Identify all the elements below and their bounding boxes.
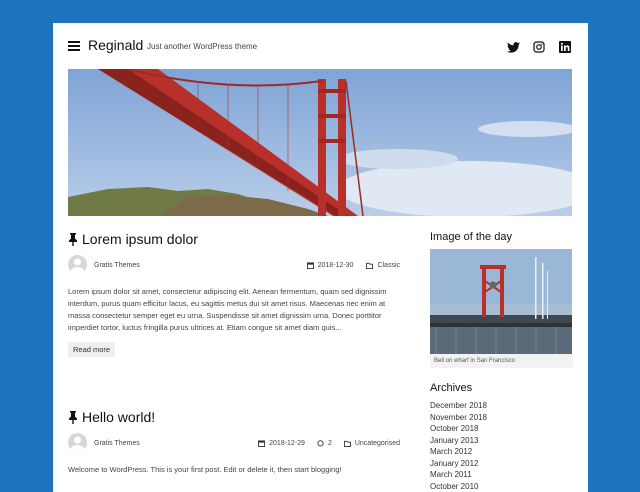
post-excerpt: Welcome to WordPress. This is your first… [68,465,342,474]
page-container: Reginald Just another WordPress theme Lo… [53,23,588,492]
linkedin-icon[interactable] [557,39,573,55]
site-tagline: Just another WordPress theme [147,42,258,51]
read-more-button[interactable]: Read more [68,342,116,357]
archives-widget: Archives December 2018 November 2018 Oct… [430,382,573,492]
archive-link[interactable]: January 2012 [430,458,573,470]
menu-icon[interactable] [68,41,80,51]
post-excerpt: Lorem ipsum dolor sit amet, consectetur … [68,287,387,332]
social-links [505,39,573,55]
archive-link[interactable]: December 2018 [430,400,573,412]
pin-icon [69,410,77,424]
avatar [68,255,87,274]
post-article: Hello world! Gratis Themes 2018-12-29 2 … [68,409,400,476]
archive-link[interactable]: October 2018 [430,423,573,435]
hero-image [68,69,572,216]
instagram-icon[interactable] [531,39,547,55]
twitter-icon[interactable] [505,39,521,55]
author-link[interactable]: Gratis Themes [94,440,140,447]
pin-icon [69,232,77,246]
post-category[interactable]: Uncategorised [355,440,400,447]
post-meta-right: 2018-12-29 2 Uncategorised [258,440,400,447]
image-widget-title: Image of the day [430,231,512,243]
post-title-text[interactable]: Hello world! [82,409,155,425]
post-article: Lorem ipsum dolor Gratis Themes 2018-12-… [68,231,400,357]
folder-icon [366,262,374,269]
calendar-icon [258,440,266,447]
comment-icon [317,440,324,447]
archive-link[interactable]: March 2012 [430,446,573,458]
archive-link[interactable]: March 2011 [430,469,573,481]
archive-link[interactable]: November 2018 [430,412,573,424]
archive-link[interactable]: October 2010 [430,481,573,492]
image-of-the-day [430,249,572,354]
image-caption: Bell on wharf in San Francisco [430,354,573,368]
archives-title: Archives [430,382,473,394]
post-date[interactable]: 2018-12-29 [269,440,305,447]
comment-count[interactable]: 2 [328,440,332,447]
post-title[interactable]: Hello world! [68,409,400,425]
archives-list: December 2018 November 2018 October 2018… [430,400,573,492]
author-link[interactable]: Gratis Themes [94,262,140,269]
archive-link[interactable]: January 2013 [430,435,573,447]
avatar [68,433,87,452]
site-title[interactable]: Reginald [88,37,143,53]
post-meta: Gratis Themes 2018-12-30 Classic [68,255,400,277]
calendar-icon [306,262,314,269]
post-date[interactable]: 2018-12-30 [318,262,354,269]
site-header: Reginald Just another WordPress theme [68,37,573,55]
folder-icon [343,440,351,447]
post-title-text[interactable]: Lorem ipsum dolor [82,231,198,247]
post-meta: Gratis Themes 2018-12-29 2 Uncategorised [68,433,400,455]
post-category[interactable]: Classic [377,262,400,269]
post-title[interactable]: Lorem ipsum dolor [68,231,400,247]
post-meta-right: 2018-12-30 Classic [306,262,400,269]
sidebar: Image of the day Bell on wharf in San Fr… [430,231,573,492]
